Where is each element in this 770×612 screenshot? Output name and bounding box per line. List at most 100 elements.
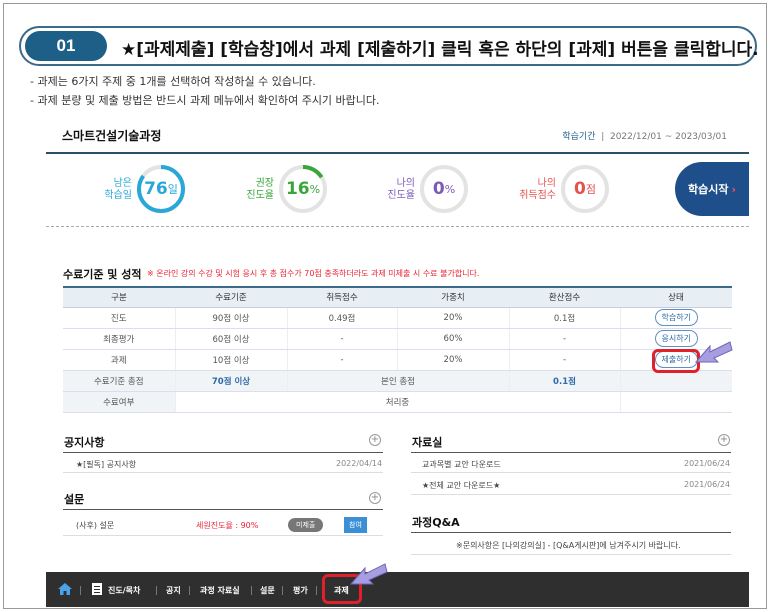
total-row: 수료기준 총점 70점 이상 본인 총점 0.1점	[63, 370, 732, 392]
stat-my-score: 나의 취득점수 0점	[508, 164, 618, 216]
stat-label: 남은	[113, 178, 132, 189]
stat-value: 16	[285, 179, 310, 199]
study-button[interactable]: 학습하기	[654, 309, 698, 326]
survey-item: (사후) 설문	[76, 521, 115, 530]
resource-item[interactable]: 교과목별 교안 다운로드	[422, 459, 501, 470]
stats-row: 남은 학습일 76 일 권장 진도율 16% 나의 진도율 0% 나의 취득점수 0점 학…	[46, 154, 749, 226]
take-exam-button[interactable]: 응시하기	[654, 330, 698, 347]
resources-title: 자료실	[412, 436, 443, 449]
stat-label: 진도율	[387, 190, 415, 201]
nav-resources[interactable]: 과정 자료실	[200, 585, 240, 596]
divider	[63, 509, 383, 510]
notice-item[interactable]: ★[필독] 공지사항	[76, 459, 136, 470]
survey-join-button[interactable]: 참여	[344, 517, 367, 533]
table-row: 진도 90점 이상 0.49점 20% 0.1점 학습하기	[63, 307, 732, 329]
table-cell: 20%	[396, 307, 509, 329]
resource-date: 2021/06/24	[684, 480, 731, 489]
nav-progress[interactable]: 진도/목차	[108, 585, 140, 596]
survey-title: 설문	[64, 493, 85, 506]
column-header: 가중치	[397, 286, 509, 308]
divider	[63, 535, 383, 536]
stat-label: 권장	[255, 178, 274, 189]
table-row: 최종평가 60점 이상 - 60% - 응시하기	[63, 328, 732, 350]
table-cell: -	[508, 328, 620, 350]
column-header: 환산점수	[509, 286, 620, 308]
step-number: 01	[25, 31, 107, 61]
pointer-arrow-icon	[349, 563, 388, 585]
start-learning-button[interactable]: 학습시작 ›	[675, 162, 749, 216]
table-header-row: 구분 수료기준 취득점수 가중치 환산점수 상태	[63, 286, 732, 308]
step-header: 01 ★[과제제출] [학습창]에서 과제 [제출하기] 클릭 혹은 하단의 […	[19, 26, 759, 66]
table-cell: 60점 이상	[174, 328, 287, 350]
note-1: - 과제는 6가지 주제 중 1개를 선택하여 작성하실 수 있습니다.	[30, 75, 316, 88]
nav-notice[interactable]: 공지	[166, 585, 181, 596]
stat-unit: %	[444, 182, 456, 196]
total-value: 70점 이상	[174, 370, 287, 392]
stat-unit: 일	[167, 183, 178, 196]
stat-label: 학습일	[104, 190, 132, 201]
notice-title: 공지사항	[64, 436, 105, 449]
table-cell: 최종평가	[63, 328, 175, 350]
survey-progress: 세원진도율 : 90%	[196, 521, 259, 530]
screenshot-frame: 01 ★[과제제출] [학습창]에서 과제 [제출하기] 클릭 혹은 하단의 […	[3, 3, 767, 609]
status-row: 수료여부 처리중	[63, 391, 732, 413]
table-cell: -	[286, 349, 397, 371]
stat-recommended-progress: 권장 진도율 16%	[236, 164, 336, 216]
requirements-warning: ※ 온라인 강의 수강 및 시험 응시 후 총 점수가 70점 충족하더라도 과…	[147, 269, 480, 278]
table-cell: 과제	[63, 349, 175, 371]
table-cell: 20%	[396, 349, 509, 371]
column-header: 구분	[63, 286, 175, 308]
plus-icon[interactable]: +	[369, 492, 381, 504]
stat-value: 76	[144, 179, 168, 199]
highlight-submit-box	[652, 349, 700, 373]
stat-value: 0	[432, 179, 445, 199]
stat-label: 진도율	[246, 190, 274, 201]
start-label: 학습시작	[687, 183, 729, 196]
table-row: 과제 10점 이상 - 20% - 제출하기	[63, 349, 732, 371]
column-header: 상태	[620, 286, 732, 308]
divider	[411, 554, 731, 555]
resource-date: 2021/06/24	[684, 459, 731, 468]
note-2: - 과제 분량 및 제출 방법은 반드시 과제 메뉴에서 확인하여 주시기 바랍…	[30, 94, 380, 107]
divider	[46, 226, 749, 227]
table-cell: -	[508, 349, 620, 371]
table-cell: 60%	[396, 328, 509, 350]
column-header: 수료기준	[175, 286, 287, 308]
total-label: 수료기준 총점	[63, 370, 175, 392]
notice-date: 2022/04/14	[336, 459, 383, 468]
stat-value: 0	[574, 179, 586, 199]
divider	[411, 452, 731, 453]
study-period: 학습기간 | 2022/12/01 ~ 2023/03/01	[562, 132, 727, 142]
step-title: ★[과제제출] [학습창]에서 과제 [제출하기] 클릭 혹은 하단의 [과제]…	[121, 40, 759, 60]
divider	[63, 472, 383, 473]
qa-text: ※문의사항은 [나의강의실] - [Q&A게시판]에 남겨주시기 바랍니다.	[456, 541, 681, 550]
period-value: 2022/12/01 ~ 2023/03/01	[609, 132, 727, 142]
table-cell: -	[286, 328, 397, 350]
plus-icon[interactable]: +	[369, 434, 381, 446]
divider	[411, 532, 731, 533]
my-total-value: 0.1점	[508, 370, 620, 392]
qa-title: 과정Q&A	[412, 516, 460, 529]
nav-survey[interactable]: 설문	[260, 585, 275, 596]
status-value: 처리중	[174, 391, 620, 413]
table-cell: 진도	[63, 307, 175, 329]
stat-remaining-days: 남은 학습일 76 일	[94, 164, 194, 216]
divider	[411, 472, 731, 473]
course-title: 스마트건설기술과정	[62, 129, 162, 143]
stat-my-progress: 나의 진도율 0%	[377, 164, 477, 216]
column-header: 취득점수	[287, 286, 397, 308]
stat-unit: %	[309, 182, 321, 196]
stat-label: 나의	[396, 178, 415, 189]
nav-exam[interactable]: 평가	[293, 585, 308, 596]
home-icon[interactable]	[58, 583, 72, 595]
learning-panel: 스마트건설기술과정 학습기간 | 2022/12/01 ~ 2023/03/01…	[46, 116, 749, 582]
stat-label: 나의	[537, 178, 556, 189]
pointer-arrow-icon	[694, 341, 733, 363]
stat-unit: 점	[585, 183, 596, 196]
stat-label: 취득점수	[519, 190, 556, 201]
resource-item[interactable]: ★전체 교안 다운로드★	[422, 480, 500, 491]
table-cell: 0.1점	[508, 307, 620, 329]
list-icon	[92, 583, 102, 595]
plus-icon[interactable]: +	[718, 434, 730, 446]
table-cell: 0.49점	[286, 307, 397, 329]
